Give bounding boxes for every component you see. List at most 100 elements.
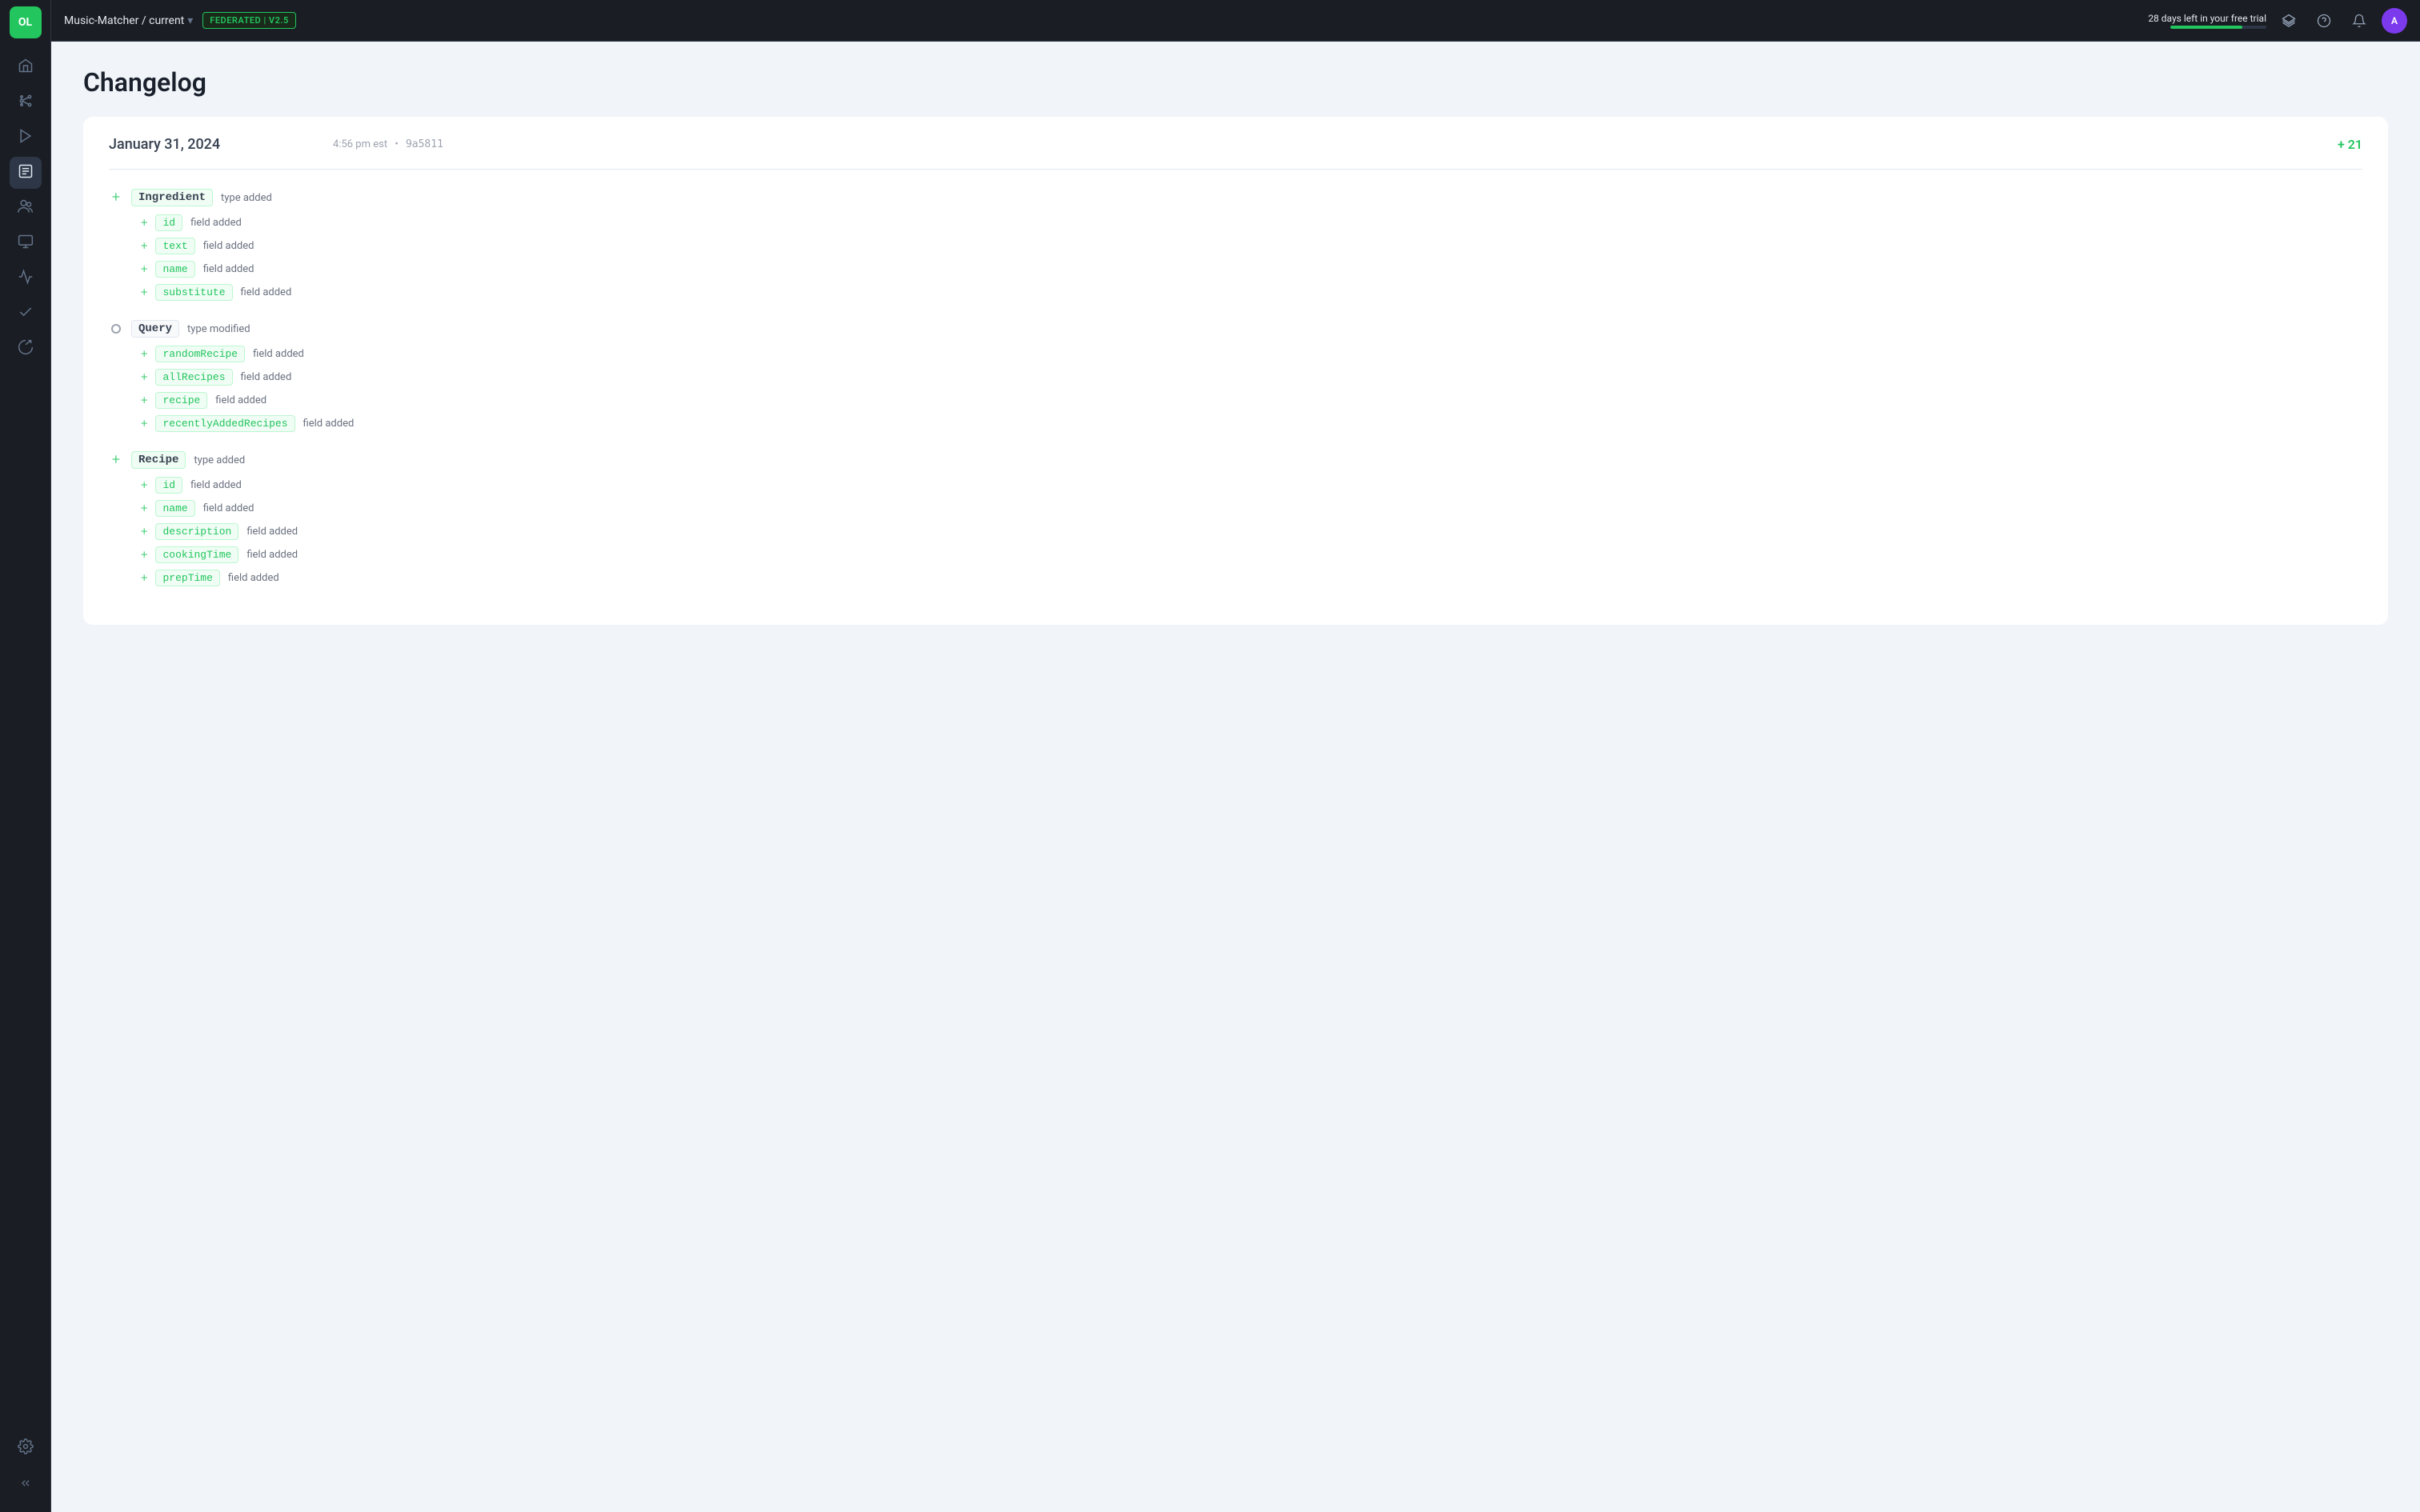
field-row: + substitute field added xyxy=(141,284,2362,301)
analytics-icon xyxy=(18,269,34,288)
field-plus-icon: + xyxy=(141,502,147,514)
field-plus-icon: + xyxy=(141,479,147,491)
sidebar-item-settings[interactable] xyxy=(10,1432,42,1464)
query-status: type modified xyxy=(187,323,250,335)
federated-badge: FEDERATED | V2.5 xyxy=(202,12,295,29)
change-group-query: Query type modified + randomRecipe field… xyxy=(109,320,2362,432)
circle-icon xyxy=(111,324,121,334)
changelog-entry: January 31, 2024 4:56 pm est • 9a5811 + … xyxy=(83,117,2388,625)
field-label: field added xyxy=(190,479,242,491)
ingredient-type-row: + Ingredient type added xyxy=(109,189,2362,206)
field-plus-icon: + xyxy=(141,286,147,298)
changelog-count: + 21 xyxy=(2338,137,2362,152)
app-logo[interactable]: OL xyxy=(10,6,42,38)
field-row: + name field added xyxy=(141,261,2362,278)
field-plus-icon: + xyxy=(141,572,147,584)
field-row: + allRecipes field added xyxy=(141,369,2362,386)
page-title: Changelog xyxy=(83,67,2388,98)
field-label: field added xyxy=(241,286,292,298)
field-name-badge: cookingTime xyxy=(155,546,238,563)
field-row: + cookingTime field added xyxy=(141,546,2362,563)
query-circle-indicator xyxy=(109,322,123,336)
field-name-badge: name xyxy=(155,500,194,517)
sidebar: OL xyxy=(0,0,51,1512)
field-label: field added xyxy=(190,217,242,229)
sidebar-nav xyxy=(10,51,42,1432)
field-plus-icon: + xyxy=(141,526,147,538)
recipe-type-row: + Recipe type added xyxy=(109,451,2362,469)
plus-icon: + xyxy=(112,453,120,467)
field-label: field added xyxy=(246,549,298,561)
users-icon xyxy=(18,198,34,218)
changelog-date: January 31, 2024 xyxy=(109,136,333,153)
sidebar-item-play[interactable] xyxy=(10,122,42,154)
notifications-button[interactable] xyxy=(2346,8,2372,34)
recipe-status: type added xyxy=(194,454,245,466)
field-plus-icon: + xyxy=(141,263,147,275)
field-name-badge: name xyxy=(155,261,194,278)
sidebar-item-checks[interactable] xyxy=(10,298,42,330)
field-row: + name field added xyxy=(141,500,2362,517)
page-content: Changelog January 31, 2024 4:56 pm est •… xyxy=(51,42,2420,1512)
field-label: field added xyxy=(241,371,292,383)
field-label: field added xyxy=(228,572,279,584)
sidebar-item-home[interactable] xyxy=(10,51,42,83)
ingredient-status: type added xyxy=(221,192,272,204)
sidebar-item-analytics[interactable] xyxy=(10,262,42,294)
query-type-row: Query type modified xyxy=(109,320,2362,338)
play-icon xyxy=(18,128,34,147)
trial-progress-bar xyxy=(2170,26,2266,29)
layers-button[interactable] xyxy=(2276,8,2302,34)
sidebar-item-sandbox[interactable] xyxy=(10,227,42,259)
field-name-badge: recentlyAddedRecipes xyxy=(155,415,294,432)
field-row: + recentlyAddedRecipes field added xyxy=(141,415,2362,432)
field-label: field added xyxy=(203,502,254,514)
recipe-type-badge: Recipe xyxy=(131,451,186,469)
field-plus-icon: + xyxy=(141,217,147,229)
breadcrumb[interactable]: Music-Matcher / current ▾ xyxy=(64,14,193,27)
ingredient-type-badge: Ingredient xyxy=(131,189,213,206)
field-name-badge: allRecipes xyxy=(155,369,232,386)
help-button[interactable] xyxy=(2311,8,2337,34)
launch-icon xyxy=(18,339,34,358)
field-row: + id field added xyxy=(141,477,2362,494)
field-label: field added xyxy=(253,348,304,360)
recipe-fields: + id field added + name field added + xyxy=(141,477,2362,586)
field-name-badge: randomRecipe xyxy=(155,346,245,362)
change-group-ingredient: + Ingredient type added + id field added xyxy=(109,189,2362,301)
home-icon xyxy=(18,58,34,77)
changelog-icon xyxy=(18,163,34,182)
field-label: field added xyxy=(246,526,298,538)
field-name-badge: id xyxy=(155,214,182,231)
trial-text: 28 days left in your free trial xyxy=(2148,13,2266,24)
field-row: + prepTime field added xyxy=(141,570,2362,586)
sidebar-collapse-button[interactable] xyxy=(10,1467,42,1499)
field-label: field added xyxy=(203,240,254,252)
field-label: field added xyxy=(203,263,254,275)
user-avatar[interactable]: A xyxy=(2382,8,2407,34)
sidebar-item-graph[interactable] xyxy=(10,86,42,118)
sidebar-item-users[interactable] xyxy=(10,192,42,224)
breadcrumb-text: Music-Matcher / current xyxy=(64,14,184,27)
changelog-commit: 9a5811 xyxy=(406,138,443,150)
field-name-badge: substitute xyxy=(155,284,232,301)
sidebar-item-launch[interactable] xyxy=(10,333,42,365)
topbar: Music-Matcher / current ▾ FEDERATED | V2… xyxy=(51,0,2420,42)
field-name-badge: text xyxy=(155,238,194,254)
recipe-plus-indicator: + xyxy=(109,453,123,467)
field-row: + description field added xyxy=(141,523,2362,540)
field-plus-icon: + xyxy=(141,394,147,406)
field-label: field added xyxy=(303,418,355,430)
field-plus-icon: + xyxy=(141,549,147,561)
field-name-badge: id xyxy=(155,477,182,494)
main-container: Music-Matcher / current ▾ FEDERATED | V2… xyxy=(51,0,2420,1512)
sidebar-item-changelog[interactable] xyxy=(10,157,42,189)
query-fields: + randomRecipe field added + allRecipes … xyxy=(141,346,2362,432)
changelog-body: + Ingredient type added + id field added xyxy=(109,189,2362,606)
breadcrumb-chevron-icon: ▾ xyxy=(187,14,193,27)
sandbox-icon xyxy=(18,234,34,253)
field-plus-icon: + xyxy=(141,418,147,430)
field-label: field added xyxy=(215,394,266,406)
checks-icon xyxy=(18,304,34,323)
field-row: + randomRecipe field added xyxy=(141,346,2362,362)
